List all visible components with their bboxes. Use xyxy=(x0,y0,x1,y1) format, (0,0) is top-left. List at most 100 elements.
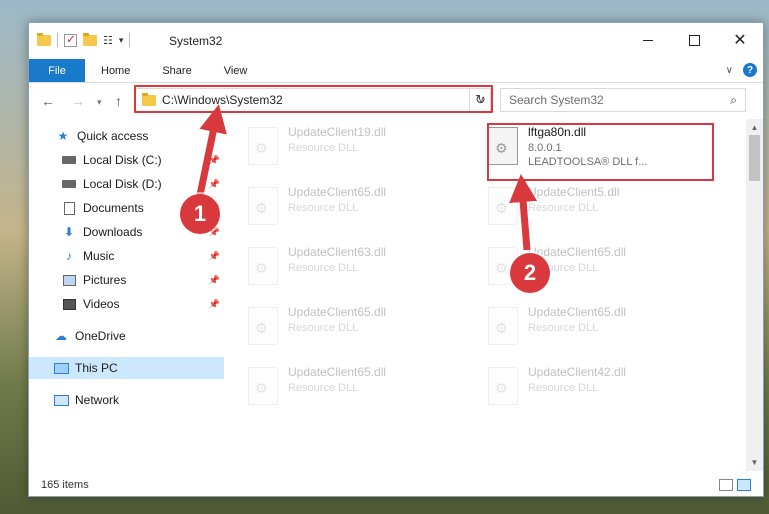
address-path[interactable]: C:\Windows\System32 xyxy=(162,93,472,107)
dll-file-icon xyxy=(248,307,278,345)
expand-ribbon-chevron-icon[interactable]: ∨ xyxy=(726,65,733,76)
pin-icon[interactable]: 📌 xyxy=(209,155,220,166)
file-type: Resource DLL xyxy=(288,202,359,214)
back-arrow-icon[interactable]: ← xyxy=(41,93,55,109)
tab-view[interactable]: View xyxy=(208,59,264,82)
document-icon xyxy=(61,201,77,215)
file-description: LEADTOOLSA® DLL f... xyxy=(528,156,648,168)
file-item[interactable]: UpdateClient65.dllResource DLL xyxy=(234,303,464,353)
new-folder-icon[interactable] xyxy=(83,32,97,46)
sidebar-item-label: Pictures xyxy=(83,273,127,287)
file-item[interactable]: UpdateClient42.dll Resource DLL xyxy=(474,363,704,413)
file-version: 8.0.0.1 xyxy=(528,142,562,154)
properties-check-icon[interactable] xyxy=(64,32,77,47)
computer-icon xyxy=(53,361,69,375)
pictures-icon xyxy=(61,273,77,287)
up-arrow-icon[interactable]: ↑ xyxy=(115,93,122,109)
quick-access-toolbar: ☷ ▾ xyxy=(37,32,131,47)
window-controls: ✕ xyxy=(625,23,763,57)
properties-icon[interactable]: ☷ xyxy=(103,34,113,47)
scroll-up-arrow-icon[interactable]: ▲ xyxy=(746,119,763,136)
file-item[interactable]: UpdateClient63.dll Resource DLL xyxy=(234,243,464,293)
dll-file-icon xyxy=(248,187,278,225)
file-type: Resource DLL xyxy=(288,262,359,274)
dll-file-icon xyxy=(248,367,278,405)
refresh-icon: ↻ xyxy=(475,92,486,107)
drive-icon xyxy=(61,177,77,191)
videos-icon xyxy=(61,297,77,311)
view-toggle xyxy=(719,479,751,491)
file-item[interactable]: UpdateClient65.dllResource DLL xyxy=(474,243,704,293)
step-1-badge: 1 xyxy=(180,194,220,234)
pin-icon[interactable]: 📌 xyxy=(209,251,220,262)
file-item[interactable]: UpdateClient5.dll Resource DLL xyxy=(474,183,704,233)
sidebar-item-music[interactable]: ♪ Music 📌 xyxy=(29,245,224,267)
details-view-icon[interactable] xyxy=(719,479,733,491)
dll-file-icon xyxy=(488,367,518,405)
drive-icon xyxy=(61,153,77,167)
sidebar-item-videos[interactable]: Videos 📌 xyxy=(29,293,224,315)
address-bar[interactable]: C:\Windows\System32 ∨ xyxy=(135,88,491,112)
navigation-bar: ← → ▾ ↑ C:\Windows\System32 ∨ ↻ ⌕ xyxy=(29,83,763,119)
download-icon: ⬇ xyxy=(63,225,75,239)
navigation-pane: ★ Quick access Local Disk (C:) 📌 Local D… xyxy=(29,119,224,471)
tab-file[interactable]: File xyxy=(29,59,85,82)
content-area: ★ Quick access Local Disk (C:) 📌 Local D… xyxy=(29,119,763,471)
pin-icon[interactable]: 📌 xyxy=(209,179,220,190)
file-type: Resource DLL xyxy=(288,382,359,394)
sidebar-item-local-disk-c[interactable]: Local Disk (C:) 📌 xyxy=(29,149,224,171)
pin-icon[interactable]: 📌 xyxy=(209,275,220,286)
minimize-button[interactable] xyxy=(625,23,671,57)
file-name: UpdateClient65.dll xyxy=(528,305,627,319)
file-item[interactable]: UpdateClient19.dll Resource DLL xyxy=(234,123,464,173)
file-type: Resource DLL xyxy=(288,142,359,154)
search-box[interactable]: ⌕ xyxy=(500,88,746,112)
file-item[interactable]: UpdateClient65.dll Resource DLL xyxy=(474,303,704,353)
file-list: UpdateClient19.dll Resource DLL UpdateCli… xyxy=(234,119,739,471)
network-icon xyxy=(53,393,69,407)
file-name: UpdateClient42.dll xyxy=(528,365,627,379)
maximize-button[interactable] xyxy=(671,23,717,57)
pin-icon[interactable]: 📌 xyxy=(209,299,220,310)
help-icon[interactable]: ? xyxy=(743,63,757,77)
explorer-window: ☷ ▾ System32 ✕ File Home Share View ∨ ? … xyxy=(28,22,764,497)
refresh-button[interactable]: ↻ xyxy=(469,88,491,112)
close-button[interactable]: ✕ xyxy=(717,23,763,57)
sidebar-item-quick-access[interactable]: ★ Quick access xyxy=(29,125,224,147)
recent-locations-chevron-icon[interactable]: ▾ xyxy=(97,97,102,108)
forward-arrow-icon[interactable]: → xyxy=(71,93,85,109)
folder-icon xyxy=(37,32,51,46)
search-input[interactable] xyxy=(509,93,731,107)
file-item-lftga80n[interactable]: lftga80n.dll 8.0.0.1 LEADTOOLSA® DLL f..… xyxy=(474,123,704,173)
sidebar-item-label: Network xyxy=(75,393,120,407)
window-title: System32 xyxy=(169,34,223,48)
sidebar-item-pictures[interactable]: Pictures 📌 xyxy=(29,269,224,291)
vertical-scrollbar[interactable]: ▲ ▼ xyxy=(746,119,763,471)
file-item[interactable]: UpdateClient65.dllResource DLL xyxy=(234,363,464,413)
dll-file-icon xyxy=(488,187,518,225)
dll-file-icon xyxy=(248,127,278,165)
tab-share[interactable]: Share xyxy=(146,59,207,82)
sidebar-item-label: Videos xyxy=(83,297,120,311)
sidebar-item-label: Quick access xyxy=(77,129,149,143)
file-name: lftga80n.dll xyxy=(528,125,587,139)
sidebar-item-this-pc[interactable]: This PC xyxy=(29,357,224,379)
address-folder-icon xyxy=(142,92,156,106)
sidebar-item-network[interactable]: Network xyxy=(29,389,224,411)
sidebar-item-onedrive[interactable]: ☁ OneDrive xyxy=(29,325,224,347)
customize-toolbar-chevron-icon[interactable]: ▾ xyxy=(119,35,124,46)
file-type: Resource DLL xyxy=(528,322,599,334)
search-icon[interactable]: ⌕ xyxy=(730,93,737,108)
dll-file-icon xyxy=(248,247,278,285)
cloud-icon: ☁ xyxy=(55,329,67,343)
scroll-down-arrow-icon[interactable]: ▼ xyxy=(746,454,763,471)
toolbar-divider xyxy=(129,33,131,47)
title-bar: ☷ ▾ System32 ✕ xyxy=(29,23,763,59)
file-name: UpdateClient65.dll xyxy=(288,305,387,319)
ribbon-tabs: File Home Share View ∨ ? xyxy=(29,59,763,83)
tiles-view-icon[interactable] xyxy=(737,479,751,491)
sidebar-item-local-disk-d[interactable]: Local Disk (D:) 📌 xyxy=(29,173,224,195)
scroll-thumb[interactable] xyxy=(749,135,760,181)
tab-home[interactable]: Home xyxy=(85,59,146,82)
file-item[interactable]: UpdateClient65.dllResource DLL xyxy=(234,183,464,233)
